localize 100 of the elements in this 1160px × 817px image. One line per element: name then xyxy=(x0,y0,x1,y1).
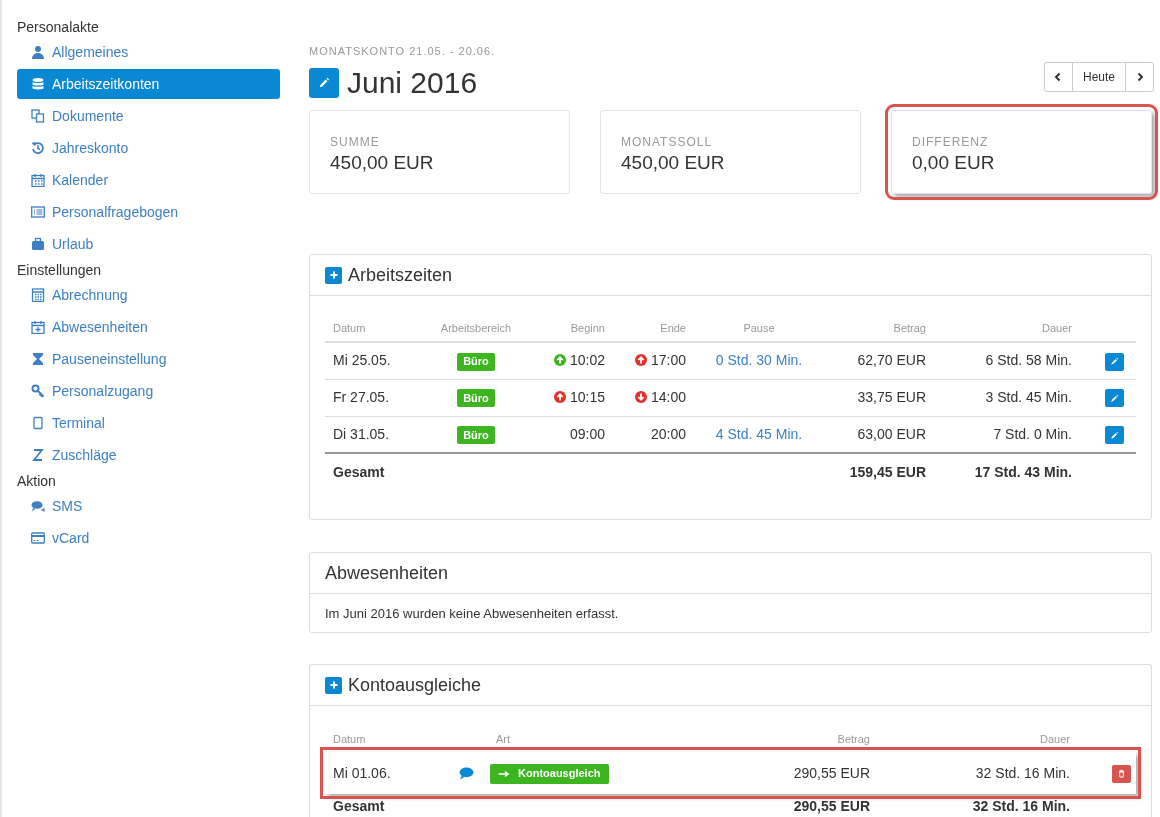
column-header: Betrag xyxy=(678,720,878,752)
section-heading: Einstellungen xyxy=(17,261,103,279)
arrow-right-icon xyxy=(498,769,510,778)
table-cell: Mi 25.05. xyxy=(325,342,420,379)
time-cell: 10:02 xyxy=(532,342,613,379)
table-cell: 33,75 EUR xyxy=(824,379,934,416)
sidebar-item[interactable]: vCard xyxy=(17,523,280,553)
table-cell: 6 Std. 58 Min. xyxy=(934,342,1080,379)
summary-value: 0,00 EUR xyxy=(912,151,996,175)
column-header: Dauer xyxy=(934,310,1080,342)
pause-link[interactable]: 0 Std. 30 Min. xyxy=(715,352,803,369)
sidebar-item[interactable]: Zuschläge xyxy=(17,440,280,470)
total-amount: 159,45 EUR xyxy=(824,453,934,491)
credit-card-icon xyxy=(31,531,45,545)
tablet-icon xyxy=(31,416,45,430)
letter-z-icon xyxy=(31,448,45,462)
table-cell: 62,70 EUR xyxy=(824,342,934,379)
history-icon xyxy=(31,141,45,155)
table-cell-text: 32 Std. 16 Min. xyxy=(974,763,1071,783)
sidebar-item[interactable]: Abrechnung xyxy=(17,280,280,310)
summary-label: DIFFERENZ xyxy=(912,135,990,149)
table-cell: Fr 27.05. xyxy=(325,379,420,416)
time-cell: 10:15 xyxy=(532,379,613,416)
total-amount: 290,55 EUR xyxy=(678,794,878,817)
sidebar-item[interactable]: Kalender xyxy=(17,165,280,195)
calculator-icon xyxy=(31,288,45,302)
sidebar-item[interactable]: Allgemeines xyxy=(17,37,280,67)
column-header: Arbeitsbereich xyxy=(420,310,532,342)
pencil-icon xyxy=(1109,357,1119,367)
area-tag: Büro xyxy=(457,389,495,408)
sidebar-item[interactable]: Personalfragebogen xyxy=(17,197,280,227)
add-button[interactable] xyxy=(325,266,342,284)
edit-button[interactable] xyxy=(309,68,339,98)
total-duration: 17 Std. 43 Min. xyxy=(934,453,1080,491)
calendar-plus-icon xyxy=(31,320,45,334)
sidebar-item[interactable]: Jahreskonto xyxy=(17,133,280,163)
sidebar-item[interactable]: SMS xyxy=(17,491,280,521)
column-header: Art xyxy=(488,720,678,752)
table-cell: 63,00 EUR xyxy=(824,416,934,453)
total-label: Gesamt xyxy=(325,453,420,491)
table-cell: 3 Std. 45 Min. xyxy=(934,379,1080,416)
time-cell: 14:00 xyxy=(613,379,694,416)
section-heading: Aktion xyxy=(17,472,57,490)
panel-title: Arbeitszeiten xyxy=(348,263,453,287)
trash-icon xyxy=(1116,769,1126,779)
edit-button[interactable] xyxy=(1104,352,1124,371)
area-tag: Büro xyxy=(457,426,495,444)
empty-message: Im Juni 2016 wurden keine Abwesenheiten erfasst. xyxy=(324,605,620,623)
sidebar-item[interactable]: Urlaub xyxy=(17,229,280,259)
area-tag: Büro xyxy=(457,352,495,371)
column-header: Beginn xyxy=(532,310,613,342)
speech-bubble-icon xyxy=(459,767,474,781)
pencil-icon xyxy=(1109,430,1119,440)
panel-title: Kontoausgleiche xyxy=(348,673,482,697)
delete-button[interactable] xyxy=(1111,764,1131,783)
column-header: Datum xyxy=(325,310,420,342)
column-header: Pause xyxy=(694,310,824,342)
section-heading: Personalakte xyxy=(17,18,100,36)
calendar-icon xyxy=(31,173,45,187)
sidebar-item[interactable]: Terminal xyxy=(17,408,280,438)
pencil-icon xyxy=(1109,393,1119,403)
edit-button[interactable] xyxy=(1104,426,1124,445)
total-duration: 32 Std. 16 Min. xyxy=(878,794,1078,817)
table-cell: 7 Std. 0 Min. xyxy=(934,416,1080,453)
time-cell: 17:00 xyxy=(613,342,694,379)
plus-icon xyxy=(328,680,339,690)
copy-icon xyxy=(31,109,45,123)
panel-title: Abwesenheiten xyxy=(325,561,449,585)
suitcase-icon xyxy=(31,237,45,251)
comments-icon xyxy=(31,499,45,513)
table-cell: Di 31.05. xyxy=(325,416,420,453)
table-cell-text: Mi 01.06. xyxy=(332,763,392,783)
pencil-icon xyxy=(318,77,330,89)
database-icon xyxy=(31,77,45,91)
user-icon xyxy=(31,45,45,59)
edit-button[interactable] xyxy=(1104,389,1124,408)
column-header: Betrag xyxy=(824,310,934,342)
summary-value: 450,00 EUR xyxy=(621,151,726,175)
key-icon xyxy=(31,384,45,398)
summary-label: SUMME xyxy=(330,135,381,149)
period-label: MONATSKONTO 21.05. - 20.06. xyxy=(309,44,497,58)
pause-link[interactable]: 4 Std. 45 Min. xyxy=(715,425,803,442)
add-button[interactable] xyxy=(325,676,342,694)
page-title: Juni 2016 xyxy=(347,66,478,100)
sidebar-item[interactable]: Pauseneinstellung xyxy=(17,344,280,374)
sidebar-item[interactable]: Dokumente xyxy=(17,101,280,131)
list-icon xyxy=(31,205,45,219)
time-cell: 20:00 xyxy=(613,416,694,453)
column-header: Dauer xyxy=(878,720,1078,752)
summary-label: MONATSSOLL xyxy=(621,135,714,149)
summary-value: 450,00 EUR xyxy=(330,151,435,175)
total-label: Gesamt xyxy=(325,794,445,817)
table-cell-text: 290,55 EUR xyxy=(792,763,871,783)
column-header: Ende xyxy=(613,310,694,342)
sidebar-item[interactable]: Personalzugang xyxy=(17,376,280,406)
sidebar-item[interactable]: Abwesenheiten xyxy=(17,312,280,342)
sidebar-item[interactable]: Arbeitszeitkonten xyxy=(17,69,280,99)
column-header: Datum xyxy=(325,720,445,752)
hourglass-icon xyxy=(31,352,45,366)
type-tag: Kontoausgleich xyxy=(490,763,609,784)
